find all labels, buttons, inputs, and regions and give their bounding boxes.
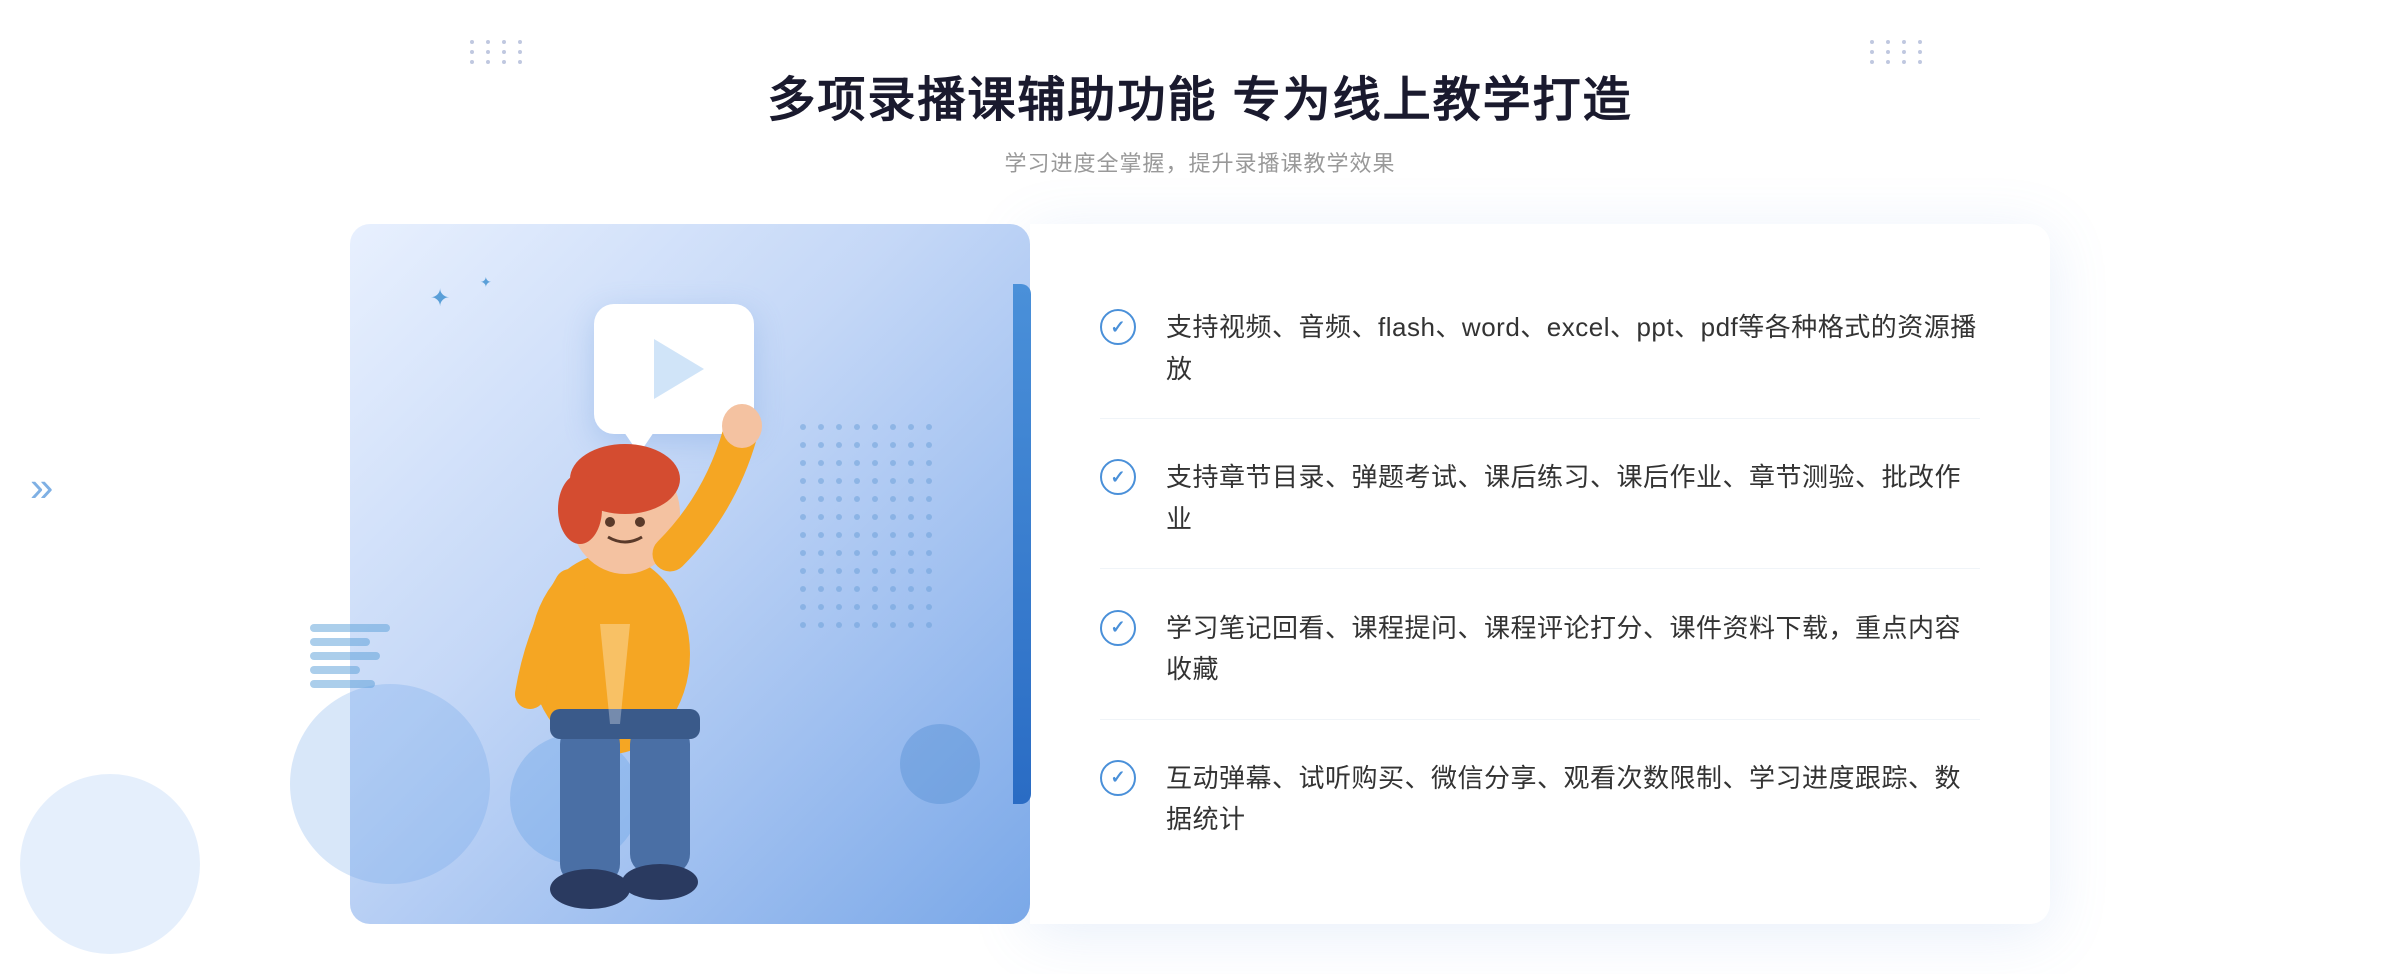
check-icon-2: ✓ (1100, 459, 1136, 495)
left-arrow-icon: » (30, 463, 53, 511)
feature-item-3: ✓ 学习笔记回看、课程提问、课程评论打分、课件资料下载，重点内容收藏 (1100, 580, 1980, 720)
character-illustration (430, 354, 790, 924)
sparkle-icon-2: ✦ (480, 274, 492, 291)
check-icon-4: ✓ (1100, 760, 1136, 796)
feature-text-4: 互动弹幕、试听购买、微信分享、观看次数限制、学习进度跟踪、数据统计 (1166, 758, 1980, 841)
page-container: 多项录播课辅助功能 专为线上教学打造 学习进度全掌握，提升录播课教学效果 ✦ ✦ (0, 0, 2400, 974)
sparkle-icon-1: ✦ (430, 284, 450, 313)
header-section: 多项录播课辅助功能 专为线上教学打造 学习进度全掌握，提升录播课教学效果 (767, 60, 1632, 178)
illustration-container: ✦ ✦ (350, 224, 1030, 924)
feature-text-3: 学习笔记回看、课程提问、课程评论打分、课件资料下载，重点内容收藏 (1166, 608, 1980, 691)
deco-small-circle (900, 724, 980, 804)
dots-decoration-left (470, 40, 530, 100)
feature-item-4: ✓ 互动弹幕、试听购买、微信分享、观看次数限制、学习进度跟踪、数据统计 (1100, 730, 1980, 869)
blue-bar (1013, 284, 1031, 804)
dots-decoration-right (1870, 40, 1930, 100)
feature-item-2: ✓ 支持章节目录、弹题考试、课后练习、课后作业、章节测验、批改作业 (1100, 429, 1980, 569)
feature-text-2: 支持章节目录、弹题考试、课后练习、课后作业、章节测验、批改作业 (1166, 457, 1980, 540)
content-section: ✦ ✦ (350, 224, 2050, 924)
main-title: 多项录播课辅助功能 专为线上教学打造 (767, 60, 1632, 130)
check-icon-3: ✓ (1100, 610, 1136, 646)
feature-text-1: 支持视频、音频、flash、word、excel、ppt、pdf等各种格式的资源… (1166, 307, 1980, 390)
page-deco-circle-bl (20, 774, 200, 954)
features-panel: ✓ 支持视频、音频、flash、word、excel、ppt、pdf等各种格式的… (1030, 224, 2050, 924)
feature-item-1: ✓ 支持视频、音频、flash、word、excel、ppt、pdf等各种格式的… (1100, 279, 1980, 419)
dots-pattern-bg (800, 424, 1000, 724)
check-icon-1: ✓ (1100, 309, 1136, 345)
subtitle: 学习进度全掌握，提升录播课教学效果 (767, 146, 1632, 178)
